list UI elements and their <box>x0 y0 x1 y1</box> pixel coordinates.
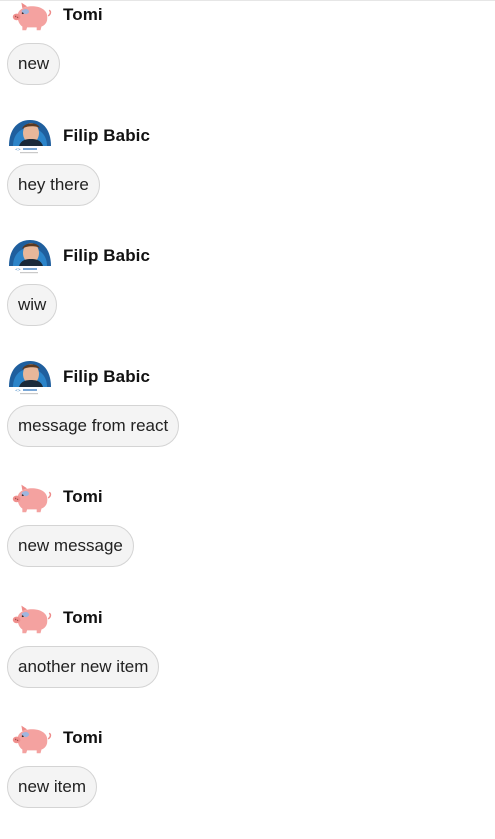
message-item: Tomi another new item <box>0 598 495 719</box>
message-header: <> Filip Babic <box>7 115 151 156</box>
message-item: Tomi new message <box>0 477 495 598</box>
pig-icon <box>7 0 53 35</box>
message-bubble[interactable]: hey there <box>7 163 100 206</box>
author-name: Tomi <box>63 728 103 747</box>
author-name: Filip Babic <box>63 125 151 145</box>
message-item: <> Filip Babic wiw <box>0 236 495 357</box>
message-bubble[interactable]: new <box>7 43 61 85</box>
message-header: Tomi <box>7 598 103 638</box>
message-bubble[interactable]: message from react <box>7 404 180 447</box>
message-header: Tomi <box>7 718 103 758</box>
svg-text:<>: <> <box>15 268 21 272</box>
message-header: <> Filip Babic <box>7 356 151 397</box>
author-name: Tomi <box>63 487 103 506</box>
author-name: Tomi <box>63 5 103 24</box>
message-item: Tomi new <box>0 0 495 116</box>
message-header: Tomi <box>7 477 103 517</box>
message-bubble[interactable]: new item <box>7 766 98 808</box>
message-item: Tomi new item <box>0 718 495 839</box>
message-bubble[interactable]: another new item <box>7 645 160 688</box>
message-header: <> Filip Babic <box>7 236 150 276</box>
author-name: Filip Babic <box>63 246 151 265</box>
message-bubble[interactable]: wiw <box>7 284 58 326</box>
message-header: Tomi <box>7 0 103 35</box>
message-item: <> Filip Babic message from react <box>0 356 495 478</box>
pig-icon <box>7 477 53 517</box>
svg-text:<>: <> <box>15 388 21 392</box>
profile-photo: <> <box>7 356 53 397</box>
profile-photo: <> <box>7 236 53 276</box>
profile-photo: <> <box>7 115 53 156</box>
svg-text:<>: <> <box>15 147 21 151</box>
message-list[interactable]: Tomi new <> Filip Babic hey there <> Fil… <box>0 0 495 839</box>
message-item: <> Filip Babic hey there <box>0 115 495 237</box>
pig-icon <box>7 598 53 638</box>
author-name: Filip Babic <box>63 366 151 386</box>
message-bubble[interactable]: new message <box>7 525 134 567</box>
author-name: Tomi <box>63 607 103 627</box>
pig-icon <box>7 718 53 758</box>
